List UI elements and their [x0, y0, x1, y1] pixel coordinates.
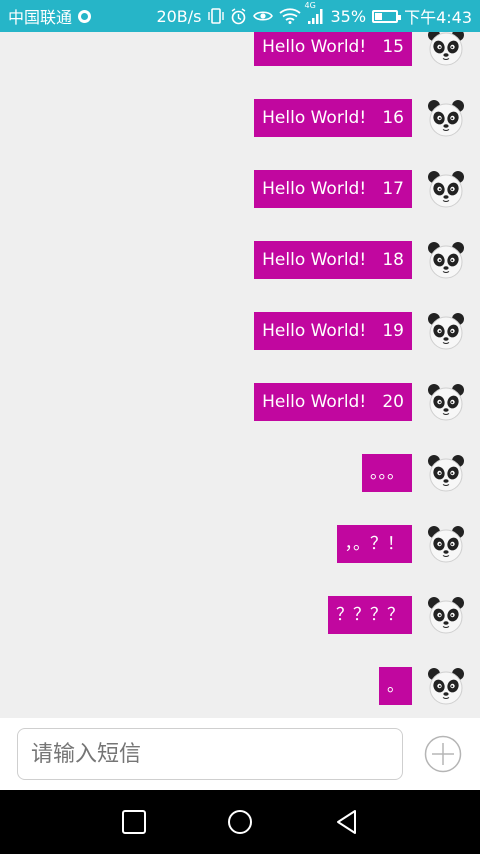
message-item: Hello World! 19 — [254, 311, 466, 351]
message-bubble[interactable]: Hello World! 20 — [254, 383, 412, 421]
message-bubble[interactable]: 。。。 — [362, 454, 412, 492]
home-icon[interactable] — [225, 807, 255, 837]
signal-icon: 4G — [305, 1, 325, 25]
network-type: 4G — [304, 1, 316, 10]
message-item: Hello World! 18 — [254, 240, 466, 280]
battery-percent: 35% — [330, 6, 367, 26]
message-item: Hello World! 17 — [254, 169, 466, 209]
message-item: Hello World! 15 — [254, 32, 466, 67]
panda-icon[interactable] — [426, 595, 466, 635]
vibrate-icon — [207, 8, 224, 24]
back-icon[interactable] — [332, 807, 362, 837]
message-bubble[interactable]: Hello World! 16 — [254, 99, 412, 137]
message-item: 。。。 — [362, 453, 466, 493]
panda-icon[interactable] — [426, 169, 466, 209]
clock: 下午4:43 — [404, 8, 472, 27]
message-item: Hello World! 16 — [254, 98, 466, 138]
panda-icon[interactable] — [426, 453, 466, 493]
eye-icon — [252, 9, 273, 23]
wifi-icon — [278, 8, 301, 24]
panda-icon[interactable] — [426, 98, 466, 138]
message-bubble[interactable]: 。 — [379, 667, 412, 705]
panda-icon[interactable] — [426, 666, 466, 706]
message-item: Hello World! 20 — [254, 382, 466, 422]
message-item: ，。？！ — [336, 524, 467, 564]
navigation-bar — [0, 790, 480, 854]
message-item: 。 — [379, 666, 466, 706]
message-bubble[interactable]: ？？？？ — [328, 596, 412, 634]
panda-icon[interactable] — [426, 32, 466, 67]
recent-apps-icon[interactable] — [119, 807, 149, 837]
message-item: ？？？？ — [328, 595, 466, 635]
message-bubble[interactable]: Hello World! 15 — [254, 32, 412, 66]
panda-icon[interactable] — [426, 382, 466, 422]
message-bubble[interactable]: ，。？！ — [336, 525, 412, 563]
alarm-icon — [230, 7, 247, 25]
panda-icon[interactable] — [426, 311, 466, 351]
network-speed: 20B/s — [156, 6, 202, 26]
message-bubble[interactable]: Hello World! 19 — [254, 312, 412, 350]
panda-icon[interactable] — [426, 524, 466, 564]
compose-bar — [0, 718, 480, 790]
message-input[interactable] — [17, 728, 403, 780]
notification-dot-icon — [78, 9, 92, 23]
carrier-label: 中国联通 — [8, 8, 73, 27]
plus-circle-icon[interactable] — [424, 735, 462, 773]
message-bubble[interactable]: Hello World! 18 — [254, 241, 412, 279]
panda-icon[interactable] — [426, 240, 466, 280]
battery-icon — [372, 9, 402, 23]
message-bubble[interactable]: Hello World! 17 — [254, 170, 412, 208]
status-bar: 中国联通 20B/s 4G 35% 下午4:43 — [0, 0, 480, 32]
message-list[interactable]: Hello World! 15 Hello World! 16 Hello Wo… — [0, 32, 480, 718]
